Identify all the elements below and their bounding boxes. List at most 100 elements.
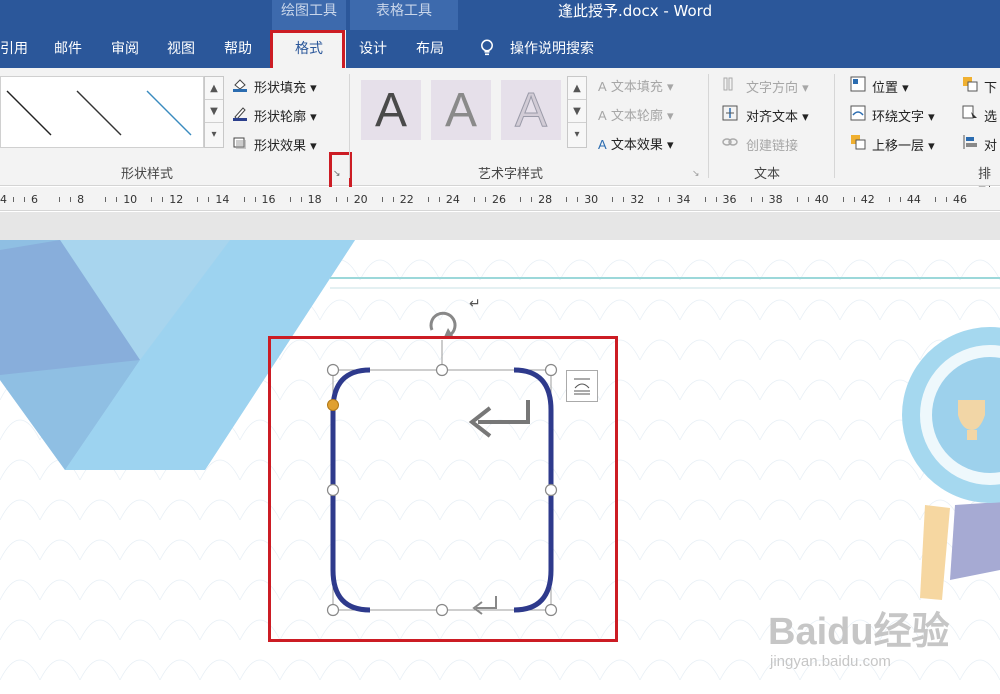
wordart-down-icon[interactable]: ▼ <box>568 100 586 123</box>
document-title: 逢此授予.docx - Word <box>558 2 713 20</box>
ruler-number: 6 <box>31 193 38 206</box>
watermark-brand: Baidu经验 <box>768 611 950 653</box>
position-button[interactable]: 位置 ▾ <box>872 77 909 96</box>
ruler-tick <box>946 197 947 202</box>
ruler-number: 36 <box>722 193 737 206</box>
align-text-button[interactable]: 对齐文本 ▾ <box>746 106 809 125</box>
text-outline-button[interactable]: A 文本轮廓 ▾ <box>598 105 674 124</box>
ruler-tick <box>254 197 256 202</box>
ruler-tick <box>13 197 14 202</box>
text-effects-button[interactable]: A 文本效果 ▾ <box>598 134 674 153</box>
wordart-style-3[interactable]: A <box>501 80 561 140</box>
wordart-styles-group-label: 艺术字样式 <box>478 167 544 182</box>
ruler-tick <box>335 197 337 202</box>
ruler-number: 40 <box>814 193 829 206</box>
ruler-tick <box>658 197 660 202</box>
text-fill-icon: A <box>598 79 607 94</box>
wordart-more-icon[interactable]: ▾ <box>568 123 586 146</box>
shape-styles-group-label: 形状样式 <box>121 167 174 182</box>
wordart-up-icon[interactable]: ▲ <box>568 77 586 100</box>
selection-pane-icon <box>962 105 977 119</box>
table-tools-label: 表格工具 <box>376 3 432 19</box>
ruler-number: 12 <box>169 193 184 206</box>
ruler-number: 28 <box>538 193 553 206</box>
ruler-tick <box>577 197 579 202</box>
tab-design[interactable]: 设计 <box>359 38 387 58</box>
ruler-tick <box>243 197 245 202</box>
ruler-number: 14 <box>215 193 230 206</box>
ruler-tick <box>899 197 901 202</box>
shape-fill-button[interactable]: 形状填充 ▾ <box>254 77 317 96</box>
ruler-tick <box>715 197 717 202</box>
ruler-number: 22 <box>399 193 414 206</box>
ruler-number: 46 <box>953 193 967 206</box>
ruler-tick <box>438 197 440 202</box>
ruler-tick <box>612 197 614 202</box>
rotate-handle-icon <box>429 311 457 337</box>
bring-forward-label: 上移一层 <box>872 139 925 154</box>
ruler-tick <box>888 197 890 202</box>
document-top-margin <box>0 212 1000 240</box>
line-style-previews <box>6 90 192 136</box>
ruler-number: 20 <box>353 193 368 206</box>
wordart-style-1[interactable]: A <box>361 80 421 140</box>
position-icon <box>850 76 866 92</box>
text-group-label: 文本 <box>754 167 781 182</box>
tab-view[interactable]: 视图 <box>167 38 195 58</box>
ruler-tick <box>300 197 302 202</box>
ruler-tick <box>935 197 936 202</box>
ruler-number: 16 <box>261 193 276 206</box>
ruler-tick <box>531 197 533 202</box>
wrap-text-icon <box>850 105 866 121</box>
ruler-tick <box>208 197 210 202</box>
wordart-gallery-scroll[interactable]: ▲ ▼ ▾ <box>567 76 587 148</box>
wordart-style-2[interactable]: A <box>431 80 491 140</box>
ruler-tick <box>807 197 809 202</box>
shape-effects-icon <box>233 137 246 149</box>
tab-help[interactable]: 帮助 <box>224 38 252 58</box>
tell-me-search[interactable]: 操作说明搜索 <box>510 38 594 58</box>
tab-mailings[interactable]: 邮件 <box>54 38 82 58</box>
text-fill-button[interactable]: A 文本填充 ▾ <box>598 76 674 95</box>
send-backward-button[interactable]: 下 <box>984 77 997 96</box>
ruler-tick <box>197 197 199 202</box>
align-objects-button[interactable]: 对 <box>984 135 997 154</box>
ruler-number: 44 <box>906 193 921 206</box>
wordart-dialog-launcher-icon[interactable]: ↘ <box>692 169 700 179</box>
ruler-tick <box>853 197 855 202</box>
gallery-up-icon[interactable]: ▲ <box>205 77 223 100</box>
tab-review[interactable]: 审阅 <box>111 38 139 58</box>
ruler-tick <box>392 197 394 202</box>
bring-forward-button[interactable]: 上移一层 ▾ <box>872 135 935 154</box>
ruler-number: 8 <box>77 193 85 206</box>
shape-outline-icon <box>233 107 247 121</box>
shape-outline-button[interactable]: 形状轮廓 ▾ <box>254 106 317 125</box>
shape-style-gallery[interactable] <box>0 76 204 148</box>
text-outline-icon: A <box>598 108 607 123</box>
tab-references[interactable]: 引用 <box>0 38 28 58</box>
horizontal-ruler[interactable]: 4 6 8 10 12 14 16 18 20 22 24 26 28 30 32 34 36 38 40 42 44… <box>0 187 1000 211</box>
ruler-number: 4 <box>0 193 7 206</box>
shape-effects-button[interactable]: 形状效果 ▾ <box>254 135 317 154</box>
ruler-tick <box>842 197 844 202</box>
wrap-text-button[interactable]: 环绕文字 ▾ <box>872 106 935 125</box>
ruler-tick <box>59 197 61 202</box>
gallery-down-icon[interactable]: ▼ <box>205 100 223 123</box>
ruler-tick <box>24 197 25 202</box>
shape-gallery-scroll[interactable]: ▲ ▼ ▾ <box>204 76 224 148</box>
text-direction-button[interactable]: 文字方向 ▾ <box>746 77 809 96</box>
shape-outline-label: 形状轮廓 <box>254 110 307 125</box>
align-text-icon <box>722 105 738 121</box>
wrap-text-label: 环绕文字 <box>872 110 925 125</box>
selection-pane-button[interactable]: 选 <box>984 106 997 125</box>
create-link-button[interactable]: 创建链接 <box>746 135 798 154</box>
ruler-tick <box>116 197 118 202</box>
align-text-label: 对齐文本 <box>746 110 799 125</box>
bring-forward-icon <box>851 135 866 150</box>
ruler-tick <box>151 197 153 202</box>
tab-layout[interactable]: 布局 <box>416 38 444 58</box>
ruler-tick <box>105 197 107 202</box>
text-direction-label: 文字方向 <box>746 81 799 96</box>
ruler-number: 42 <box>860 193 875 206</box>
gallery-more-icon[interactable]: ▾ <box>205 123 223 146</box>
